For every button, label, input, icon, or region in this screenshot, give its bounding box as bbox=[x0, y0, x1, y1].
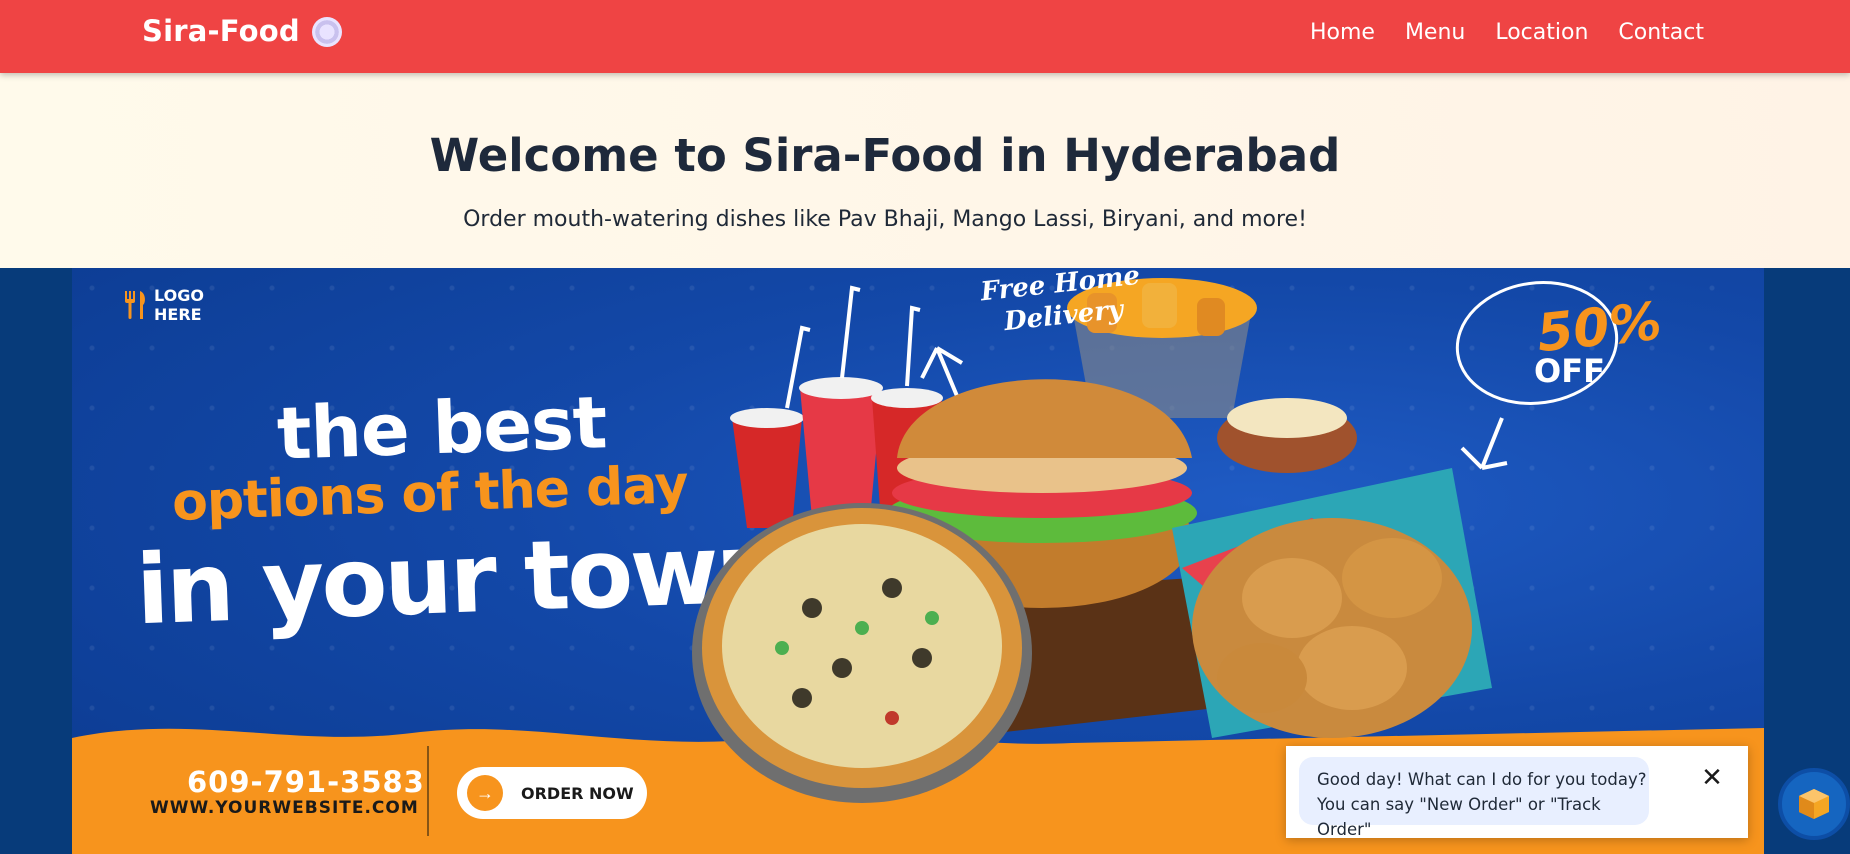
website-url: WWW.YOURWEBSITE.COM bbox=[150, 798, 419, 818]
nav-link-home[interactable]: Home bbox=[1310, 20, 1375, 45]
chat-popup: Good day! What can I do for you today? Y… bbox=[1286, 746, 1748, 839]
hero-title: Welcome to Sira-Food in Hyderabad bbox=[429, 129, 1341, 182]
chat-launcher-button[interactable] bbox=[1778, 768, 1850, 840]
chat-line-1: Good day! What can I do for you today? bbox=[1317, 770, 1647, 789]
order-now-label: ORDER NOW bbox=[521, 783, 634, 803]
banner-logo: LOGO HERE bbox=[122, 286, 204, 324]
pizza bbox=[692, 503, 1032, 803]
phone-number: 609-791-3583 bbox=[187, 765, 425, 799]
banner-logo-line2: HERE bbox=[154, 305, 202, 324]
arrow-right-icon: → bbox=[467, 775, 503, 811]
chicken-basket bbox=[1172, 468, 1492, 738]
nav-link-contact[interactable]: Contact bbox=[1618, 20, 1704, 45]
brand-logo[interactable]: Sira-Food bbox=[142, 14, 342, 48]
cube-icon bbox=[1799, 789, 1829, 819]
banner-logo-line1: LOGO bbox=[154, 286, 204, 305]
brand-name[interactable]: Sira-Food bbox=[142, 14, 300, 48]
discount-label: OFF bbox=[1534, 352, 1605, 390]
nav-link-menu[interactable]: Menu bbox=[1405, 20, 1465, 45]
navbar: Sira-Food Home Menu Location Contact bbox=[0, 0, 1850, 73]
banner-divider bbox=[427, 746, 429, 836]
chat-message: Good day! What can I do for you today? Y… bbox=[1299, 757, 1649, 839]
fork-knife-icon bbox=[125, 291, 145, 319]
nav-link-location[interactable]: Location bbox=[1495, 20, 1588, 45]
hero-section: Welcome to Sira-Food in Hyderabad Order … bbox=[0, 73, 1850, 268]
nav-links: Home Menu Location Contact bbox=[1310, 20, 1704, 45]
plate-icon bbox=[311, 17, 342, 47]
hero-subtitle: Order mouth-watering dishes like Pav Bha… bbox=[463, 207, 1307, 232]
chat-line-2: You can say "New Order" or "Track Order" bbox=[1317, 795, 1601, 839]
close-icon[interactable]: ✕ bbox=[1699, 764, 1725, 790]
tagline-3: in your town bbox=[134, 511, 783, 647]
order-now-button[interactable]: → ORDER NOW bbox=[457, 767, 647, 819]
